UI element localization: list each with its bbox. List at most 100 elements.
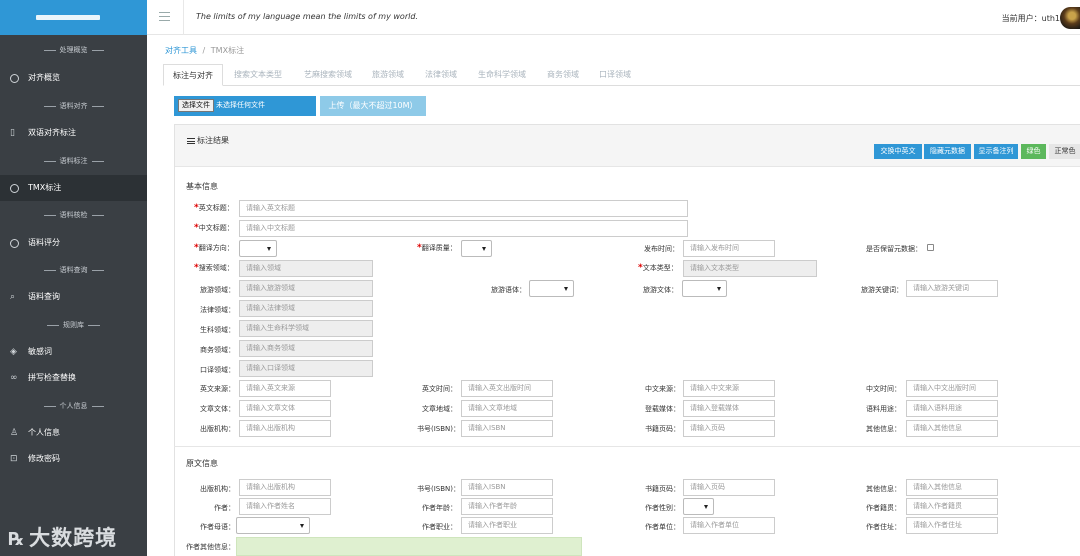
bio-domain-input[interactable]: 请输入生命科学领域 xyxy=(239,320,373,337)
author-employer-input[interactable]: 请输入作者单位 xyxy=(683,517,775,534)
lock-icon: ⊡ xyxy=(10,454,18,464)
pages-input[interactable]: 请输入页码 xyxy=(683,420,775,437)
zh-title-input[interactable]: 请输入中文标题 xyxy=(239,220,688,237)
breadcrumb: 对齐工具 / TMX标注 xyxy=(165,45,244,56)
sidebar-item-query[interactable]: ⌕ 语料查询 xyxy=(0,284,147,310)
author-age-input[interactable]: 请输入作者年龄 xyxy=(461,498,553,515)
tour-keyword-label: 旅游关键词： xyxy=(861,286,903,294)
choose-file-button[interactable]: 选择文件 xyxy=(178,99,214,112)
author-address-input[interactable]: 请输入作者住址 xyxy=(906,517,998,534)
style-label: 文章文体： xyxy=(200,405,235,413)
direction-select[interactable] xyxy=(239,240,277,257)
zh-time-input[interactable]: 请输入中文出版时间 xyxy=(906,380,998,397)
orig-other-input[interactable]: 请输入其他信息 xyxy=(906,479,998,496)
label-text: 搜索领域： xyxy=(198,264,234,272)
show-notes-button[interactable]: 显示备注列 xyxy=(974,144,1018,159)
biz-domain-input[interactable]: 请输入商务领域 xyxy=(239,340,373,357)
swap-language-button[interactable]: 交换中英文 xyxy=(874,144,922,159)
text-type-input[interactable]: 请输入文本类型 xyxy=(683,260,817,277)
pages-label: 书籍页码： xyxy=(645,425,680,433)
pub-time-input[interactable]: 请输入发布时间 xyxy=(683,240,775,257)
sidebar-item-bilingual[interactable]: ▯ 双语对齐标注 xyxy=(0,120,147,146)
author-extra-textarea[interactable] xyxy=(236,537,582,556)
author-gender-select[interactable] xyxy=(683,498,714,515)
isbn-label: 书号(ISBN)： xyxy=(417,425,461,433)
en-time-input[interactable]: 请输入英文出版时间 xyxy=(461,380,553,397)
mother-tongue-select[interactable] xyxy=(236,517,310,534)
en-time-label: 英文时间： xyxy=(422,385,457,393)
orig-pages-input[interactable]: 请输入页码 xyxy=(683,479,775,496)
region-input[interactable]: 请输入文章地域 xyxy=(461,400,553,417)
author-origin-input[interactable]: 请输入作者籍贯 xyxy=(906,498,998,515)
tab-life-science[interactable]: 生命科学领域 xyxy=(469,64,535,86)
green-color-button[interactable]: 绿色 xyxy=(1021,144,1046,159)
tab-search-text-type[interactable]: 搜索文本类型 xyxy=(225,64,291,86)
quality-select[interactable] xyxy=(461,240,492,257)
author-input[interactable]: 请输入作者姓名 xyxy=(239,498,331,515)
tab-business[interactable]: 商务领域 xyxy=(538,64,588,86)
breadcrumb-root[interactable]: 对齐工具 xyxy=(165,46,197,55)
file-input[interactable]: 选择文件 未选择任何文件 xyxy=(174,96,316,116)
tour-style-label: 旅游语体： xyxy=(491,286,526,294)
en-title-input[interactable]: 请输入英文标题 xyxy=(239,200,688,217)
sidebar-item-label: 语料评分 xyxy=(28,238,60,247)
target-icon xyxy=(10,184,19,193)
isbn-input[interactable]: 请输入ISBN xyxy=(461,420,553,437)
tour-text-select[interactable] xyxy=(682,280,727,297)
section-basic-info: 基本信息 xyxy=(186,182,218,191)
top-header: The limits of my language mean the limit… xyxy=(147,0,1080,35)
style-input[interactable]: 请输入文章文体 xyxy=(239,400,331,417)
bio-domain-label: 生科领域： xyxy=(200,326,235,334)
sidebar-item-tmx[interactable]: TMX标注 xyxy=(0,175,147,201)
sidebar-item-label: 拼写检查替换 xyxy=(28,373,76,382)
tab-annotate-align[interactable]: 标注与对齐 xyxy=(163,64,223,86)
search-domain-input[interactable]: 请输入领域 xyxy=(239,260,373,277)
avatar[interactable] xyxy=(1060,7,1080,29)
sidebar-section-query: 语料查询 xyxy=(0,265,147,275)
author-extra-label: 作者其他信息： xyxy=(186,543,235,551)
sidebar-item-spell[interactable]: ∞ 拼写检查替换 xyxy=(0,365,147,391)
author-gender-label: 作者性别： xyxy=(645,504,680,512)
tab-law[interactable]: 法律领域 xyxy=(416,64,466,86)
sidebar-item-score[interactable]: 语料评分 xyxy=(0,230,147,256)
law-domain-input[interactable]: 请输入法律领域 xyxy=(239,300,373,317)
normal-color-button[interactable]: 正常色 xyxy=(1049,144,1080,159)
sidebar-section-check: 语料核检 xyxy=(0,210,147,220)
brand-logo xyxy=(36,15,100,20)
tour-style-select[interactable] xyxy=(529,280,574,297)
upload-button[interactable]: 上传（最大不超过10M） xyxy=(320,96,426,116)
sidebar-item-sensitive[interactable]: ◈ 敏感词 xyxy=(0,339,147,365)
tour-keyword-input[interactable]: 请输入旅游关键词 xyxy=(906,280,998,297)
orig-publisher-label: 出版机构： xyxy=(200,485,235,493)
interp-domain-input[interactable]: 请输入口译领域 xyxy=(239,360,373,377)
watermark-text: 大数跨境 xyxy=(29,526,118,550)
author-job-input[interactable]: 请输入作者职业 xyxy=(461,517,553,534)
tour-domain-input[interactable]: 请输入旅游领域 xyxy=(239,280,373,297)
region-label: 文章地域： xyxy=(422,405,457,413)
tab-search-domain[interactable]: 艺麻搜索领域 xyxy=(295,64,361,86)
label-text: 翻译方向： xyxy=(198,244,234,252)
sidebar-section-profile: 个人信息 xyxy=(0,401,147,411)
zh-source-input[interactable]: 请输入中文来源 xyxy=(683,380,775,397)
usage-input[interactable]: 请输入语料用途 xyxy=(906,400,998,417)
tab-interpreting[interactable]: 口译领域 xyxy=(590,64,640,86)
publisher-input[interactable]: 请输入出版机构 xyxy=(239,420,331,437)
sidebar-item-password[interactable]: ⊡ 修改密码 xyxy=(0,446,147,472)
en-source-input[interactable]: 请输入英文来源 xyxy=(239,380,331,397)
zh-title-label: *中文标题： xyxy=(194,223,234,233)
menu-toggle-icon[interactable] xyxy=(159,12,170,21)
logo-bar[interactable] xyxy=(0,0,147,35)
keep-meta-checkbox[interactable] xyxy=(927,244,934,251)
orig-publisher-input[interactable]: 请输入出版机构 xyxy=(239,479,331,496)
hide-metadata-button[interactable]: 隐藏元数据 xyxy=(924,144,971,159)
media-input[interactable]: 请输入登载媒体 xyxy=(683,400,775,417)
tab-tourism[interactable]: 旅游领域 xyxy=(363,64,413,86)
other-info-input[interactable]: 请输入其他信息 xyxy=(906,420,998,437)
sidebar-item-profile[interactable]: ♙ 个人信息 xyxy=(0,420,147,446)
section-original-info: 原文信息 xyxy=(186,459,218,468)
orig-isbn-input[interactable]: 请输入ISBN xyxy=(461,479,553,496)
orig-other-label: 其他信息： xyxy=(866,485,901,493)
watermark: ℞ 大数跨境 xyxy=(8,522,117,552)
tour-domain-label: 旅游领域： xyxy=(200,286,235,294)
sidebar-item-overview[interactable]: 对齐概览 xyxy=(0,65,147,91)
